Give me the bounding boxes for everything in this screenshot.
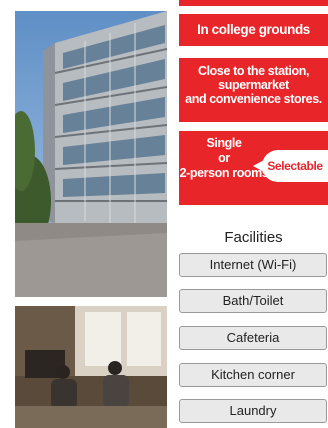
college-grounds-text: In college grounds bbox=[197, 22, 310, 37]
location-badge: Close to the station, supermarket and co… bbox=[179, 58, 328, 122]
room-type-badge: Single or 2-person rooms Selectable bbox=[179, 131, 328, 205]
room-type-line-1: Single bbox=[206, 136, 242, 150]
facilities-heading: Facilities bbox=[224, 229, 283, 246]
dormitory-building-photo bbox=[15, 11, 167, 297]
facility-kitchen-corner: Kitchen corner bbox=[179, 363, 327, 387]
facility-internet: Internet (Wi-Fi) bbox=[179, 253, 327, 277]
location-line-2: supermarket bbox=[218, 78, 289, 92]
facility-laundry: Laundry bbox=[179, 399, 327, 423]
facility-cafeteria: Cafeteria bbox=[179, 326, 327, 350]
selectable-tag: Selectable bbox=[253, 150, 328, 182]
location-line-3: and convenience stores. bbox=[185, 92, 322, 106]
room-type-text: Single or 2-person rooms bbox=[179, 136, 269, 181]
facility-bath-toilet: Bath/Toilet bbox=[179, 289, 327, 313]
header-strip bbox=[179, 0, 328, 6]
dorm-room-photo bbox=[15, 306, 167, 428]
college-grounds-badge: In college grounds bbox=[179, 14, 328, 46]
location-line-1: Close to the station, bbox=[197, 64, 310, 78]
